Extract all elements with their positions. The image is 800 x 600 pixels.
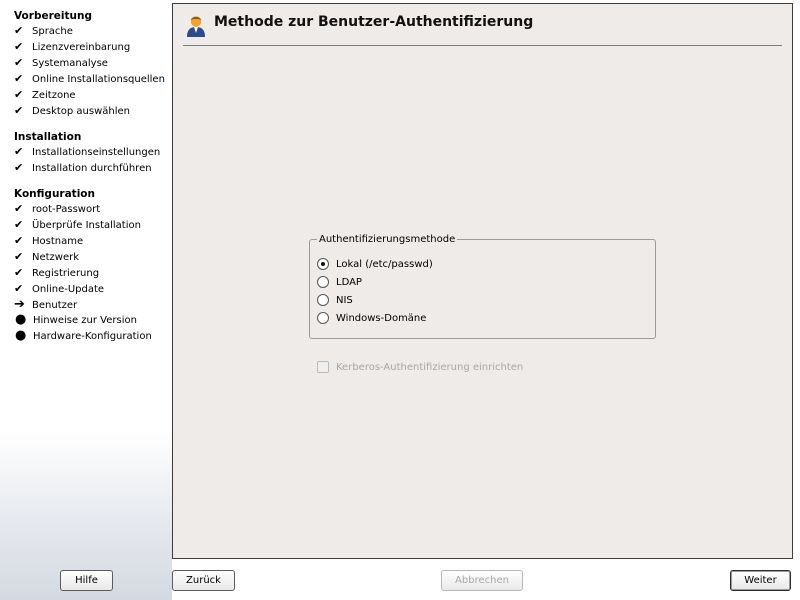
step-lizenzvereinbarung: ✔ Lizenzvereinbarung xyxy=(14,39,130,55)
step-hardware-konfiguration: ● Hardware-Konfiguration xyxy=(14,329,152,345)
step-label: Hardware-Konfiguration xyxy=(33,331,152,342)
check-icon: ✔ xyxy=(14,72,24,85)
step-label: Hostname xyxy=(32,236,84,247)
section-title-installation: Installation xyxy=(14,131,82,143)
page-title: Methode zur Benutzer-Authentifizierung xyxy=(214,14,534,30)
auth-method-group-label: Authentifizierungsmethode xyxy=(317,234,458,245)
check-icon: ✔ xyxy=(14,202,24,215)
radio-label[interactable]: LDAP xyxy=(336,275,362,291)
step-label: Lizenzvereinbarung xyxy=(32,42,131,53)
step-label: Netzwerk xyxy=(32,252,80,263)
step-root-passwort: ✔ root-Passwort xyxy=(14,201,100,217)
title-divider xyxy=(183,45,782,46)
kerberos-checkbox xyxy=(317,361,329,373)
main-panel: Methode zur Benutzer-Authentifizierung A… xyxy=(172,3,793,559)
check-icon: ✔ xyxy=(14,161,24,174)
next-button[interactable]: Weiter xyxy=(730,570,791,591)
section-title-konfiguration: Konfiguration xyxy=(14,188,95,200)
check-icon: ✔ xyxy=(14,145,24,158)
step-label: Sprache xyxy=(32,26,73,37)
step-benutzer: ➔ Benutzer xyxy=(14,297,77,313)
step-online-installationsquellen: ✔ Online Installationsquellen xyxy=(14,71,165,87)
step-sidebar: Vorbereitung ✔ Sprache ✔ Lizenzvereinbarun… xyxy=(0,0,172,600)
radio-label[interactable]: Windows-Domäne xyxy=(336,311,426,327)
check-icon: ✔ xyxy=(14,234,24,247)
radio-button[interactable] xyxy=(317,276,329,288)
step-online-update: ✔ Online-Update xyxy=(14,281,104,297)
radio-button[interactable] xyxy=(317,294,329,306)
abort-button: Abbrechen xyxy=(441,570,523,591)
check-icon: ✔ xyxy=(14,104,24,117)
section-title-vorbereitung: Vorbereitung xyxy=(14,10,92,22)
step-systemanalyse: ✔ Systemanalyse xyxy=(14,55,108,71)
step-label: Desktop auswählen xyxy=(32,106,131,117)
step-label: Installation durchführen xyxy=(32,163,152,174)
radio-button[interactable] xyxy=(317,312,329,324)
step-installationseinstellungen: ✔ Installationseinstellungen xyxy=(14,144,160,160)
step-desktop-auswaehlen: ✔ Desktop auswählen xyxy=(14,103,130,119)
step-label: Installationseinstellungen xyxy=(32,147,161,158)
check-icon: ✔ xyxy=(14,88,24,101)
step-registrierung: ✔ Registrierung xyxy=(14,265,99,281)
step-installation-durchfuehren: ✔ Installation durchführen xyxy=(14,160,152,176)
check-icon: ✔ xyxy=(14,282,24,295)
radio-label[interactable]: NIS xyxy=(336,293,353,309)
step-label: Online Installationsquellen xyxy=(32,74,165,85)
step-label: Registrierung xyxy=(32,268,100,279)
check-icon: ✔ xyxy=(14,40,24,53)
check-icon: ✔ xyxy=(14,266,24,279)
check-icon: ✔ xyxy=(14,218,24,231)
back-button[interactable]: Zurück xyxy=(172,570,235,591)
step-label: root-Passwort xyxy=(32,204,101,215)
step-netzwerk: ✔ Netzwerk xyxy=(14,249,79,265)
step-label: Benutzer xyxy=(32,300,78,311)
step-zeitzone: ✔ Zeitzone xyxy=(14,87,76,103)
step-label: Hinweise zur Version xyxy=(33,315,137,326)
kerberos-checkbox-label: Kerberos-Authentifizierung einrichten xyxy=(336,362,524,373)
radio-button[interactable] xyxy=(317,258,329,270)
step-label: Systemanalyse xyxy=(32,58,108,69)
radio-label[interactable]: Lokal (/etc/passwd) xyxy=(336,257,433,273)
arrow-right-icon: ➔ xyxy=(14,297,25,312)
check-icon: ✔ xyxy=(14,250,24,263)
step-label: Online-Update xyxy=(32,284,105,295)
step-sprache: ✔ Sprache xyxy=(14,23,73,39)
step-label: Zeitzone xyxy=(32,90,76,101)
step-hinweise-zur-version: ● Hinweise zur Version xyxy=(14,313,137,329)
help-button[interactable]: Hilfe xyxy=(60,570,113,591)
step-ueberpruefe-installation: ✔ Überprüfe Installation xyxy=(14,217,141,233)
step-label: Überprüfe Installation xyxy=(32,220,141,231)
bullet-icon: ● xyxy=(15,312,27,327)
user-icon xyxy=(187,16,205,37)
check-icon: ✔ xyxy=(14,56,24,69)
check-icon: ✔ xyxy=(14,24,24,37)
bullet-icon: ● xyxy=(15,328,27,343)
step-hostname: ✔ Hostname xyxy=(14,233,83,249)
